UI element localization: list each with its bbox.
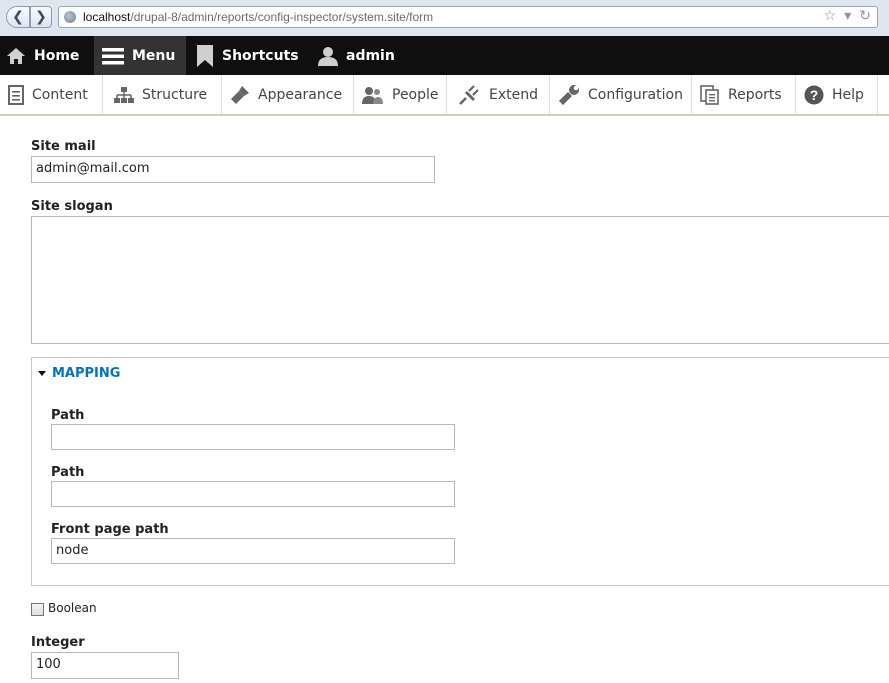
content-icon [8,84,24,105]
tray-item-people[interactable]: People [354,75,447,114]
toolbar-user[interactable]: admin [318,36,395,75]
tray-item-help[interactable]: ? Help [796,75,878,114]
url-text: localhost/drupal-8/admin/reports/config-… [83,10,434,24]
toolbar-menu-label: Menu [132,47,176,64]
front-page-path-input[interactable]: node [51,538,455,564]
tray-item-configuration[interactable]: Configuration [550,75,692,114]
site-mail-input[interactable]: admin@mail.com [31,156,435,183]
people-icon [362,86,383,104]
tray-item-label: Extend [489,86,538,103]
back-arrow-icon: ❮ [12,9,24,25]
dropdown-arrow-icon[interactable]: ▾ [844,8,851,24]
boolean-label: Boolean [48,601,97,615]
mapping-legend-label: MAPPING [52,366,121,381]
tray-item-extend[interactable]: Extend [447,75,550,114]
help-icon: ? [804,85,824,104]
bookmark-star-icon[interactable]: ☆ [824,8,837,24]
front-page-path-label: Front page path [51,522,169,537]
address-bar[interactable]: localhost/drupal-8/admin/reports/config-… [58,6,878,28]
user-icon [318,46,338,66]
path-label: Path [51,465,85,480]
tray-item-appearance[interactable]: Appearance [222,75,354,114]
site-slogan-label: Site slogan [31,199,113,214]
site-mail-label: Site mail [31,139,96,154]
toolbar-shortcuts-label: Shortcuts [222,47,299,64]
extend-icon [459,84,479,105]
integer-label: Integer [31,635,85,650]
appearance-icon [231,85,249,104]
tray-item-content[interactable]: Content [0,75,103,114]
globe-icon [64,11,76,23]
tray-item-label: Content [32,86,88,103]
bookmark-icon [197,44,213,67]
path-input[interactable] [51,424,455,450]
svg-text:?: ? [810,87,819,103]
boolean-checkbox[interactable] [31,603,44,616]
integer-input[interactable]: 100 [31,652,179,679]
tray-item-label: Reports [728,86,782,103]
path-label: Path [51,408,85,423]
tray-item-label: Configuration [588,86,683,103]
tray-item-structure[interactable]: Structure [103,75,222,114]
toolbar-home-label: Home [34,47,80,64]
home-icon [7,47,25,64]
site-slogan-textarea[interactable] [31,216,889,344]
forward-button[interactable]: ❯ [30,6,52,28]
toolbar-home[interactable]: Home [6,36,79,75]
browser-bar: ❮ ❯ localhost/drupal-8/admin/reports/con… [0,0,889,37]
path-input[interactable] [51,481,455,507]
structure-icon [114,86,134,103]
reports-icon [700,84,719,105]
tray-item-label: Help [832,86,864,103]
toolbar-shortcuts[interactable]: Shortcuts [196,36,299,75]
tray-item-label: Appearance [258,86,343,103]
mapping-legend[interactable]: MAPPING [38,366,120,381]
toolbar-tray: Content Structure Appearance People Exte… [0,75,889,116]
tray-item-reports[interactable]: Reports [692,75,796,114]
wrench-icon [558,84,579,105]
back-button[interactable]: ❮ [6,6,30,28]
tray-item-label: Structure [142,86,208,103]
forward-arrow-icon: ❯ [35,9,47,25]
tray-item-label: People [392,86,439,103]
toolbar-user-label: admin [346,47,395,64]
menu-icon [102,47,124,64]
admin-toolbar: Home Menu Shortcuts admin [0,36,889,75]
toolbar-menu[interactable]: Menu [94,36,186,75]
reload-icon[interactable]: ↻ [859,8,871,24]
collapse-triangle-icon [38,371,46,376]
